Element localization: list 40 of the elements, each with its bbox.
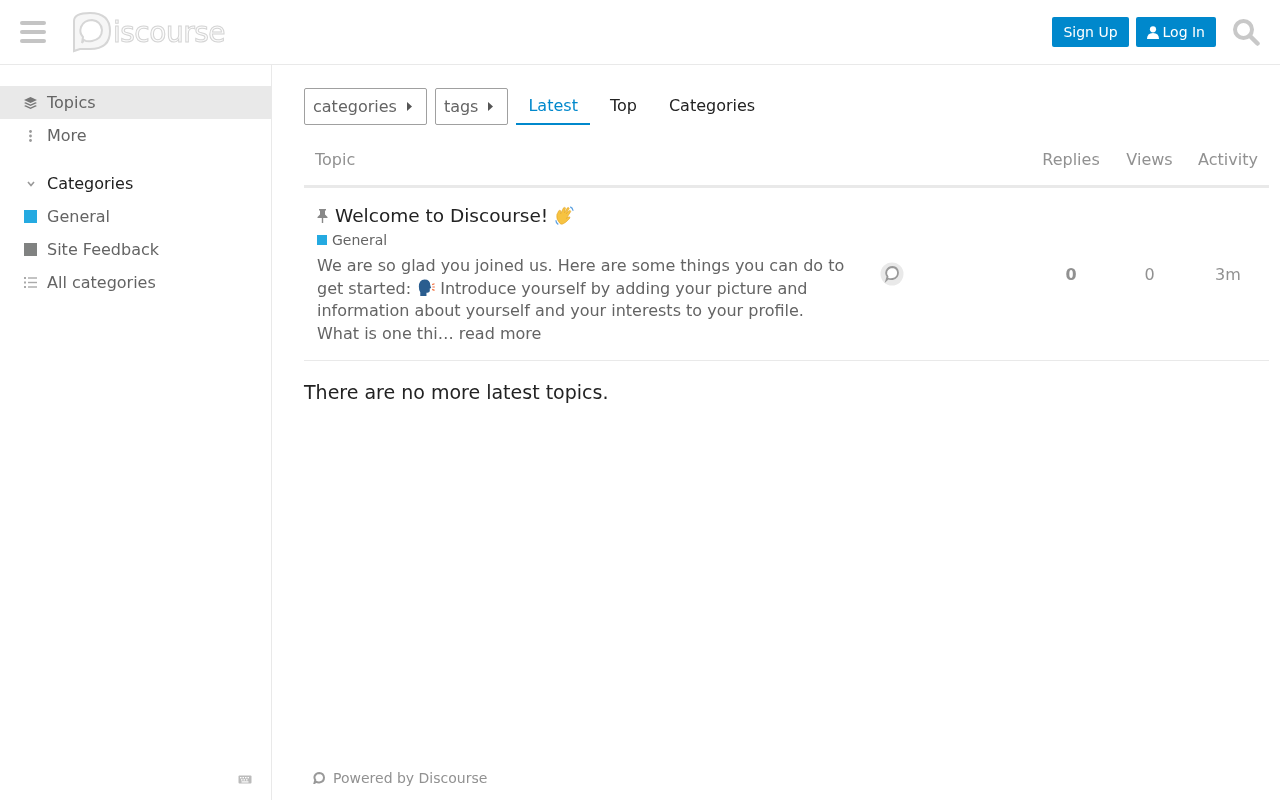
column-header[interactable]: Activity xyxy=(1187,125,1269,188)
log-in-button[interactable]: Log In xyxy=(1135,17,1216,47)
nav-tab[interactable]: Latest xyxy=(516,88,590,125)
menu-icon[interactable] xyxy=(20,20,46,44)
column-header[interactable]: Views xyxy=(1112,125,1187,188)
category-badge[interactable]: General xyxy=(317,231,388,249)
logo-bubble-icon xyxy=(70,11,112,53)
keyboard-icon[interactable] xyxy=(238,775,252,784)
filter-dropdown[interactable]: tags xyxy=(434,88,509,125)
views-count: 0 xyxy=(1144,264,1155,284)
sidebar-item[interactable]: Topics xyxy=(0,86,271,119)
topic-title-link[interactable]: Welcome to Discourse! xyxy=(335,205,549,226)
activity-time[interactable]: 3m xyxy=(1215,264,1241,284)
vertical-dots-icon xyxy=(29,129,32,142)
column-header[interactable]: Replies xyxy=(1030,125,1112,188)
category-link[interactable]: General xyxy=(0,200,271,233)
list-icon xyxy=(24,277,37,288)
column-header[interactable]: Topic xyxy=(304,125,870,188)
category-link[interactable]: All categories xyxy=(0,266,271,299)
waving-hand-icon xyxy=(554,205,576,226)
nav-tab[interactable]: Top xyxy=(597,88,649,125)
category-link[interactable]: Site Feedback xyxy=(0,233,271,266)
topic-excerpt: We are so glad you joined us. Here are some things you can do to get started: Introduce yourself by adding your picture and information about yourself and your interests to your profile. What is one thi… read more xyxy=(317,255,846,345)
caret-icon xyxy=(488,102,494,111)
sign-up-button[interactable]: Sign Up xyxy=(1052,17,1129,47)
filter-dropdown[interactable]: categories xyxy=(304,88,427,125)
layers-icon xyxy=(24,96,37,109)
nav-tab[interactable]: Categories xyxy=(656,88,768,125)
speech-bubble-icon xyxy=(313,772,325,784)
user-icon xyxy=(1146,25,1159,39)
powered-by-link[interactable]: Powered by Discourse xyxy=(313,770,488,786)
end-of-list-message: There are no more latest topics. xyxy=(304,380,610,404)
avatar-icon[interactable] xyxy=(880,262,904,286)
caret-icon xyxy=(406,102,412,111)
sidebar-item[interactable]: More xyxy=(0,119,271,152)
read-more-link[interactable]: read more xyxy=(458,323,542,343)
search-icon[interactable] xyxy=(1232,18,1260,46)
replies-count: 0 xyxy=(1065,264,1077,284)
speaking-head-icon xyxy=(416,277,436,297)
section-header[interactable]: Categories xyxy=(0,167,271,200)
